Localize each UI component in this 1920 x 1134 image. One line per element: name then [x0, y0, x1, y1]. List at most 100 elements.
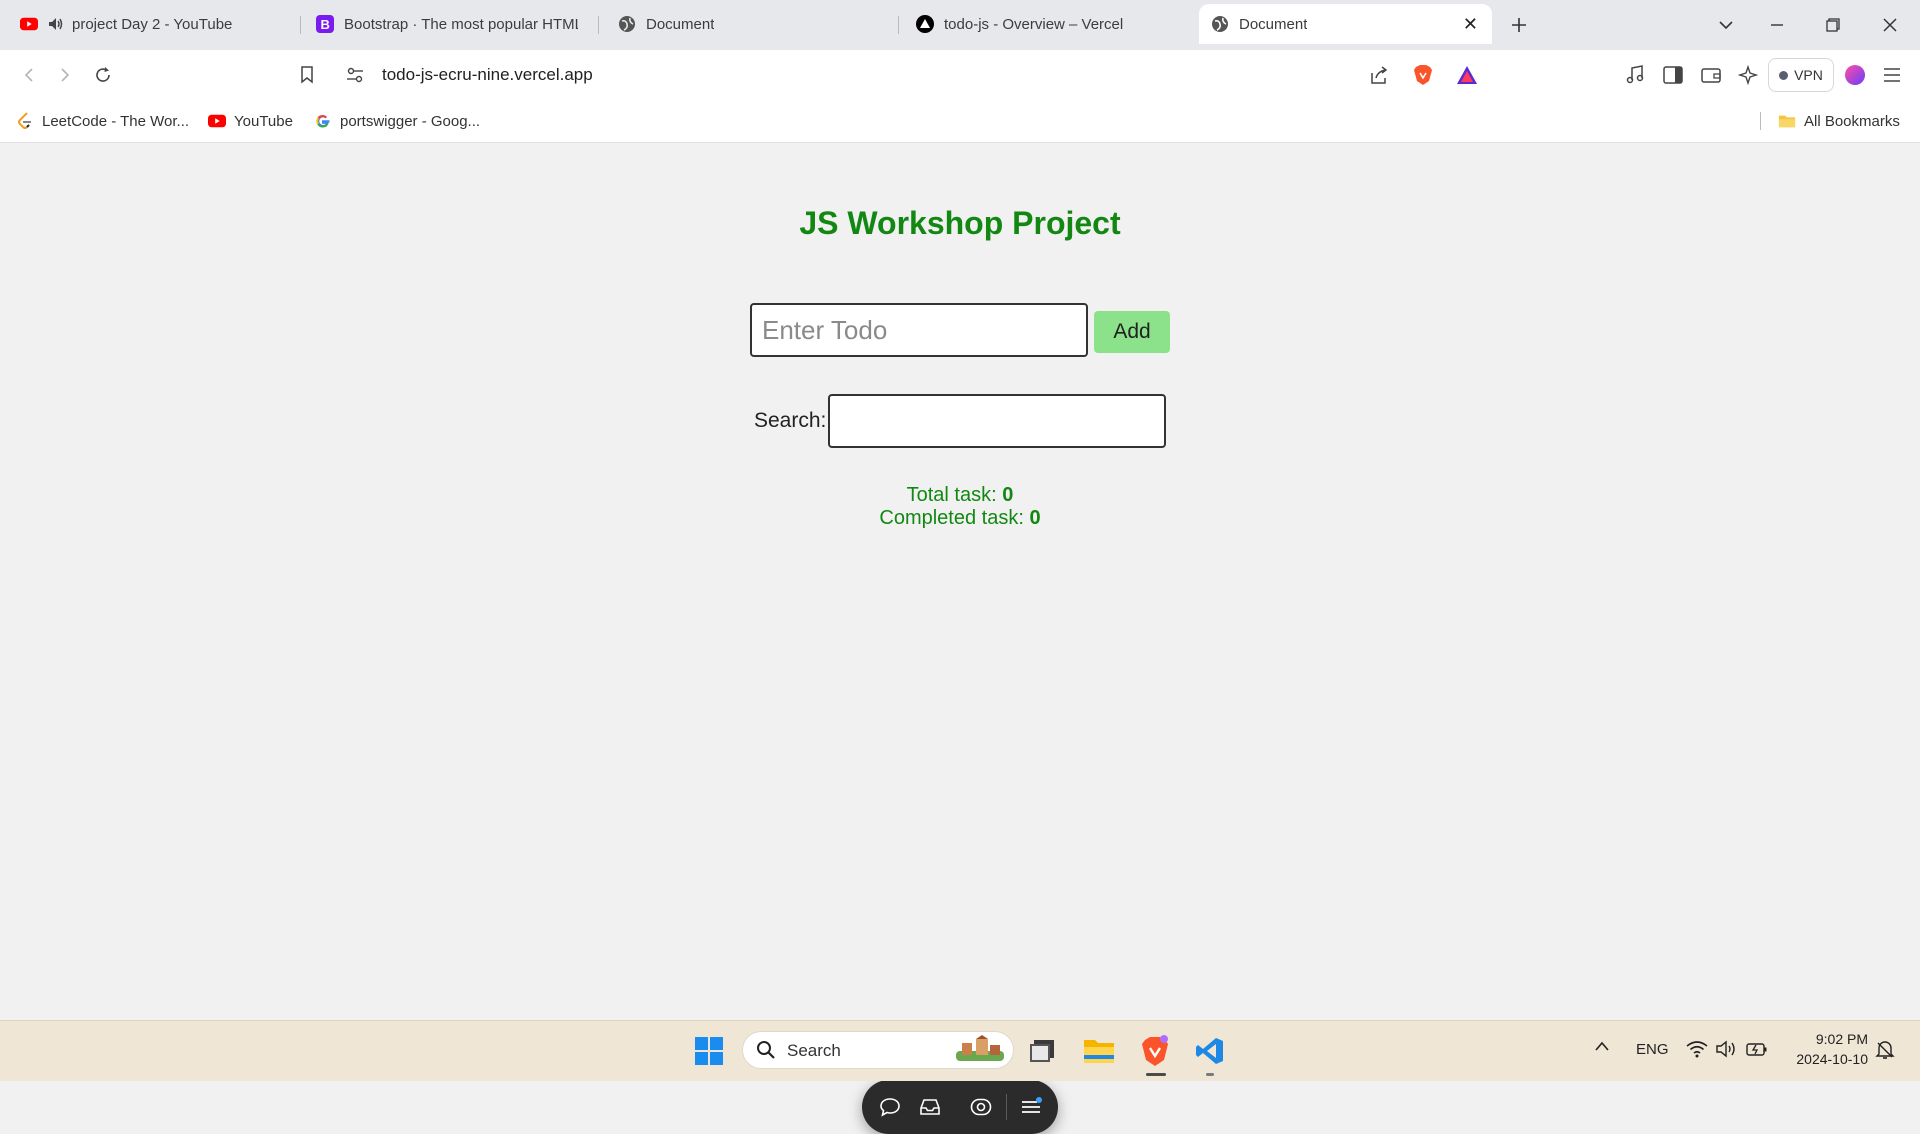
browser-toolbar: todo-js-ecru-nine.vercel.app VPN — [0, 50, 1920, 100]
brave-browser-icon[interactable] — [1137, 1033, 1173, 1069]
tab-divider — [898, 16, 899, 34]
forward-button[interactable] — [50, 60, 80, 90]
sidebar-icon[interactable] — [1660, 62, 1686, 88]
file-explorer-icon[interactable] — [1081, 1033, 1117, 1069]
close-window-button[interactable] — [1875, 10, 1905, 40]
bookmark-portswigger[interactable]: portswigger - Goog... — [314, 110, 480, 132]
search-icon — [755, 1039, 777, 1061]
bootstrap-icon: B — [316, 15, 334, 33]
leetcode-icon — [16, 112, 34, 130]
floating-toolbar — [862, 1080, 1058, 1134]
tab-title: todo-js - Overview – Vercel — [944, 15, 1124, 33]
active-app-indicator — [1146, 1073, 1166, 1076]
url-text[interactable]: todo-js-ecru-nine.vercel.app — [382, 65, 593, 85]
page-title: JS Workshop Project — [799, 205, 1121, 241]
comment-icon[interactable] — [876, 1093, 904, 1121]
restore-icon — [1826, 18, 1840, 32]
bookmark-label: portswigger - Goog... — [340, 112, 481, 130]
vpn-status-icon — [1779, 70, 1789, 80]
toolbar-divider — [1006, 1094, 1007, 1120]
close-icon — [1883, 18, 1897, 32]
task-view-icon[interactable] — [1024, 1033, 1060, 1069]
inbox-icon[interactable] — [916, 1093, 944, 1121]
bookmark-label: YouTube — [234, 112, 293, 130]
tab-search-button[interactable] — [1711, 10, 1741, 40]
tab-youtube[interactable]: project Day 2 - YouTube — [8, 4, 298, 44]
google-icon — [314, 112, 332, 130]
chevron-down-icon — [1719, 21, 1733, 30]
wallet-icon[interactable] — [1698, 62, 1724, 88]
completed-task-label: Completed task: — [879, 507, 1030, 529]
bookmark-label: LeetCode - The Wor... — [42, 112, 190, 130]
new-tab-button[interactable] — [1504, 10, 1534, 40]
all-bookmarks-label: All Bookmarks — [1804, 112, 1900, 130]
wifi-icon[interactable] — [1686, 1040, 1708, 1062]
menu-icon[interactable] — [1879, 62, 1905, 88]
vscode-icon[interactable] — [1192, 1033, 1228, 1069]
record-icon[interactable] — [967, 1093, 995, 1121]
folder-icon — [1778, 112, 1796, 130]
completed-task-count: 0 — [1029, 507, 1041, 529]
bookmark-icon — [301, 66, 313, 84]
tab-document-active[interactable]: Document ✕ — [1199, 4, 1492, 44]
search-label: Search: — [754, 409, 827, 432]
search-input[interactable] — [828, 394, 1166, 448]
brave-shields-icon[interactable] — [1412, 64, 1434, 86]
bookmark-button[interactable] — [292, 60, 322, 90]
tab-vercel[interactable]: todo-js - Overview – Vercel — [904, 4, 1194, 44]
share-icon[interactable] — [1368, 64, 1390, 86]
close-icon[interactable]: ✕ — [1463, 14, 1478, 35]
address-bar[interactable]: todo-js-ecru-nine.vercel.app — [336, 56, 1506, 94]
globe-icon — [1211, 15, 1229, 33]
menu-icon[interactable] — [1017, 1093, 1045, 1121]
completed-task-stat: Completed task: 0 — [0, 507, 1920, 530]
bookmark-leetcode[interactable]: LeetCode - The Wor... — [16, 110, 189, 132]
bookmarks-bar: LeetCode - The Wor... YouTube portswigge… — [0, 100, 1920, 143]
add-button[interactable]: Add — [1094, 311, 1170, 353]
youtube-icon — [20, 15, 38, 33]
reload-icon — [96, 67, 110, 82]
bookmark-youtube[interactable]: YouTube — [208, 110, 293, 132]
speaker-icon[interactable] — [48, 15, 64, 33]
taskbar-search-label: Search — [787, 1041, 841, 1060]
taskbar-search[interactable]: Search — [742, 1031, 1014, 1069]
site-settings-icon[interactable] — [344, 64, 366, 86]
back-button[interactable] — [14, 60, 44, 90]
bookmark-divider — [1760, 112, 1761, 130]
plus-icon — [1512, 18, 1526, 32]
total-task-count: 0 — [1002, 484, 1014, 506]
vercel-icon — [916, 15, 934, 33]
svg-text:B: B — [321, 17, 330, 32]
media-icon[interactable] — [1622, 62, 1648, 88]
page-content: JS Workshop Project Add Search: Total ta… — [0, 143, 1920, 1134]
search-highlight-icon — [951, 1035, 1009, 1065]
volume-icon[interactable] — [1716, 1040, 1738, 1062]
windows-taskbar: Search ENG 9:02 PM 2024-10-10 — [0, 1020, 1920, 1081]
profile-avatar[interactable] — [1842, 62, 1868, 88]
running-app-indicator — [1206, 1073, 1214, 1076]
todo-input[interactable] — [750, 303, 1088, 357]
windows-start-icon[interactable] — [691, 1033, 727, 1069]
battery-icon[interactable] — [1746, 1040, 1768, 1062]
globe-icon — [618, 15, 636, 33]
tab-document[interactable]: Document — [606, 4, 896, 44]
total-task-label: Total task: — [906, 484, 1003, 506]
arrow-left-icon — [24, 68, 33, 82]
tab-strip: project Day 2 - YouTube B Bootstrap · Th… — [0, 0, 1920, 50]
vpn-button[interactable]: VPN — [1768, 58, 1834, 92]
leo-ai-icon[interactable] — [1735, 62, 1761, 88]
tab-title: Document — [1239, 15, 1308, 33]
arrow-right-icon — [61, 68, 70, 82]
total-task-stat: Total task: 0 — [0, 484, 1920, 507]
system-clock[interactable]: 9:02 PM 2024-10-10 — [1784, 1029, 1868, 1069]
brave-rewards-icon[interactable] — [1456, 64, 1478, 86]
language-indicator[interactable]: ENG — [1636, 1041, 1669, 1058]
all-bookmarks[interactable]: All Bookmarks — [1778, 110, 1900, 132]
restore-button[interactable] — [1818, 10, 1848, 40]
chevron-up-icon[interactable] — [1594, 1039, 1610, 1056]
tab-divider — [598, 16, 599, 34]
reload-button[interactable] — [88, 60, 118, 90]
notification-bell-icon[interactable] — [1875, 1040, 1895, 1064]
tab-bootstrap[interactable]: B Bootstrap · The most popular HTML — [304, 4, 590, 44]
minimize-button[interactable] — [1762, 10, 1792, 40]
